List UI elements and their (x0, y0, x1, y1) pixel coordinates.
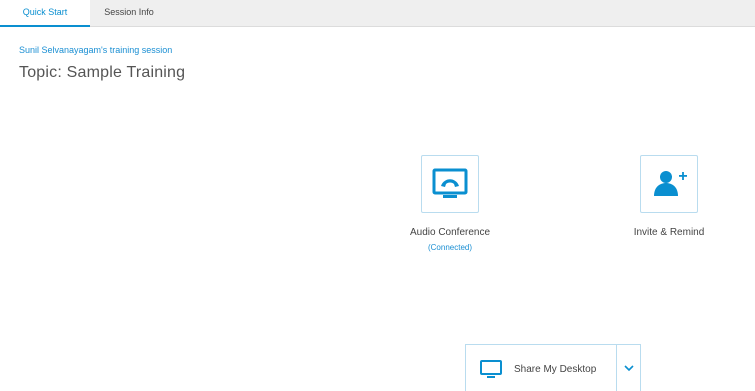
tab-session-info[interactable]: Session Info (90, 0, 168, 27)
tab-quick-start[interactable]: Quick Start (0, 0, 90, 27)
monitor-icon (480, 360, 502, 378)
audio-conference-status: (Connected) (427, 243, 473, 252)
invite-remind-button[interactable] (640, 155, 698, 213)
share-desktop-control: Share My Desktop (465, 344, 641, 391)
share-desktop-button[interactable]: Share My Desktop (466, 345, 616, 391)
audio-conference-icon (432, 168, 468, 198)
audio-conference-label: Audio Conference (409, 227, 491, 238)
training-center-window: Quick Start Session Info Sunil Selvanaya… (0, 0, 755, 391)
chevron-down-icon (624, 365, 634, 372)
share-options-dropdown[interactable] (617, 345, 641, 391)
invite-remind-label: Invite & Remind (633, 227, 705, 238)
audio-conference-button[interactable] (421, 155, 479, 213)
session-topic: Topic: Sample Training (19, 64, 186, 81)
tab-bar: Quick Start Session Info (0, 0, 755, 27)
session-host-title: Sunil Selvanayagam's training session (19, 45, 173, 55)
add-person-icon (654, 171, 687, 196)
share-desktop-label: Share My Desktop (514, 364, 597, 375)
